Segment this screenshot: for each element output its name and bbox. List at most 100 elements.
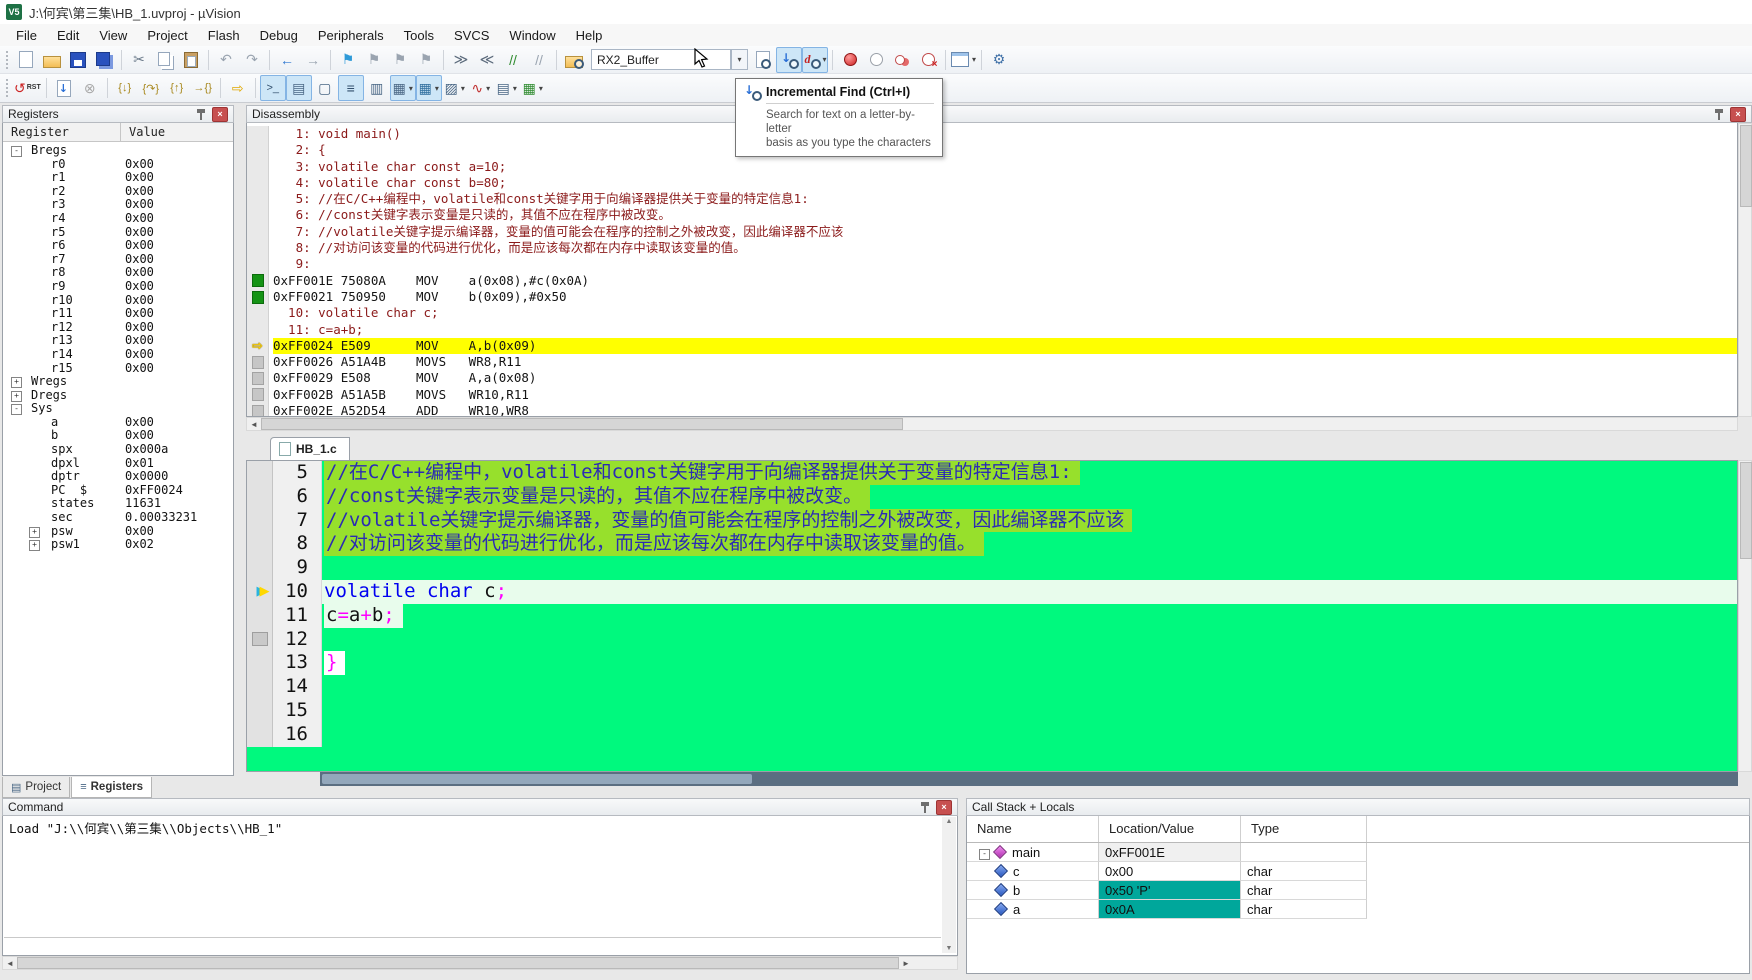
bookmark-next-button[interactable]: ⚑	[387, 47, 413, 73]
editor-line[interactable]: 9	[247, 556, 1737, 580]
command-window-button[interactable]: >_	[260, 75, 286, 101]
callstack-window-button[interactable]: ▥	[364, 75, 390, 101]
menu-svcs[interactable]: SVCS	[444, 26, 499, 45]
sidebar-tab-project[interactable]: ▤Project	[2, 777, 70, 798]
disassembly-window-button[interactable]: ▤	[286, 75, 312, 101]
breakpoint-disable-all-button[interactable]	[889, 47, 915, 73]
scroll-left-icon[interactable]: ◄	[247, 420, 261, 429]
save-all-button[interactable]	[91, 47, 117, 73]
menu-file[interactable]: File	[6, 26, 47, 45]
register-row[interactable]: r140x00	[3, 348, 233, 362]
disassembly-gutter[interactable]	[247, 207, 269, 223]
disassembly-line[interactable]: 7: //volatile关键字提示编译器，变量的值可能会在程序的控制之外被改变…	[247, 224, 1737, 240]
editor-line[interactable]: 5//在C/C++编程中，volatile和const关键字用于向编译器提供关于…	[247, 461, 1737, 485]
tree-expander-icon[interactable]: -	[11, 146, 22, 157]
editor-margin[interactable]	[247, 532, 273, 556]
close-icon[interactable]: ×	[1730, 107, 1746, 122]
editor-code-area[interactable]: 5//在C/C++编程中，volatile和const关键字用于向编译器提供关于…	[246, 460, 1738, 772]
debug-views-button[interactable]: ▾	[950, 47, 977, 73]
undo-button[interactable]: ↶	[213, 47, 239, 73]
tree-expander-icon[interactable]: +	[29, 540, 40, 551]
command-output[interactable]: Load "J:\\何宾\\第三集\\Objects\\HB_1" ▲ ▼	[2, 816, 958, 956]
disassembly-gutter[interactable]	[247, 191, 269, 207]
editor-margin[interactable]	[247, 509, 273, 533]
menu-tools[interactable]: Tools	[394, 26, 444, 45]
incremental-find-button[interactable]	[776, 47, 802, 73]
disassembly-line[interactable]: 11: c=a+b;	[247, 322, 1737, 338]
command-input[interactable]	[4, 937, 941, 954]
register-row[interactable]: +psw10x02	[3, 538, 233, 552]
scroll-up-icon[interactable]: ▲	[942, 818, 956, 825]
register-group-bregs[interactable]: -Bregs	[3, 144, 233, 158]
editor-margin[interactable]	[247, 699, 273, 723]
disassembly-code[interactable]: 1: void main() 2: { 3: volatile char con…	[246, 123, 1738, 417]
register-row[interactable]: r60x00	[3, 239, 233, 253]
run-to-cursor-button[interactable]: →{}	[190, 75, 216, 101]
open-file-button[interactable]	[39, 47, 65, 73]
register-row[interactable]: r70x00	[3, 253, 233, 267]
menu-edit[interactable]: Edit	[47, 26, 89, 45]
disassembly-line[interactable]: 0xFF0029 E508 MOV A,a(0x08)	[247, 370, 1737, 386]
disassembly-gutter[interactable]	[247, 387, 269, 403]
system-viewer-button[interactable]: ▦▾	[520, 75, 546, 101]
serial-window-button[interactable]: ▨▾	[442, 75, 468, 101]
register-row[interactable]: r80x00	[3, 266, 233, 280]
register-row[interactable]: r10x00	[3, 171, 233, 185]
copy-button[interactable]	[152, 47, 178, 73]
register-row[interactable]: PC $0xFF0024	[3, 484, 233, 498]
disassembly-line[interactable]: 3: volatile char const a=10;	[247, 159, 1737, 175]
disassembly-gutter[interactable]	[247, 159, 269, 175]
editor-line[interactable]: 12	[247, 628, 1737, 652]
find-in-files-window-button[interactable]	[750, 47, 776, 73]
registers-window-button[interactable]: ≡	[338, 75, 364, 101]
editor-margin[interactable]	[247, 556, 273, 580]
editor-line[interactable]: 8//对访问该变量的代码进行优化，而是应该每次都在内存中读取该变量的值。	[247, 532, 1737, 556]
disassembly-gutter[interactable]	[247, 240, 269, 256]
find-in-files-button[interactable]	[561, 47, 587, 73]
scrollbar-thumb[interactable]	[1740, 462, 1752, 559]
editor-margin[interactable]	[247, 723, 273, 747]
disassembly-line[interactable]: ⇨0xFF0024 E509 MOV A,b(0x09)	[247, 338, 1737, 354]
menu-project[interactable]: Project	[137, 26, 197, 45]
editor-line[interactable]: 11c=a+b;	[247, 604, 1737, 628]
disassembly-gutter[interactable]	[247, 370, 269, 386]
symbol-window-button[interactable]: ▢	[312, 75, 338, 101]
disassembly-gutter[interactable]	[247, 256, 269, 272]
disassembly-gutter[interactable]	[247, 305, 269, 321]
pin-icon[interactable]	[920, 802, 930, 813]
run-button[interactable]	[51, 75, 77, 101]
editor-margin[interactable]: ▶▶	[247, 580, 273, 604]
navigate-forward-button[interactable]: →	[300, 47, 326, 73]
register-row[interactable]: r130x00	[3, 334, 233, 348]
menu-view[interactable]: View	[89, 26, 137, 45]
memory-window-button[interactable]: ▦▾	[416, 75, 442, 101]
register-row[interactable]: r150x00	[3, 362, 233, 376]
editor-line[interactable]: 16	[247, 723, 1737, 747]
disassembly-gutter[interactable]: ⇨	[247, 338, 269, 354]
register-row[interactable]: states11631	[3, 497, 233, 511]
register-row[interactable]: a0x00	[3, 416, 233, 430]
navigate-back-button[interactable]: ←	[274, 47, 300, 73]
editor-margin[interactable]	[247, 604, 273, 628]
reset-cpu-button[interactable]: ↺RST	[13, 75, 42, 101]
tree-expander-icon[interactable]: -	[11, 404, 22, 415]
step-into-button[interactable]: {↓}	[112, 75, 138, 101]
breakpoint-toggle-button[interactable]	[837, 47, 863, 73]
breakpoint-kill-all-button[interactable]	[915, 47, 941, 73]
disassembly-line[interactable]: 0xFF001E 75080A MOV a(0x08),#c(0x0A)	[247, 273, 1737, 289]
watch-window-button[interactable]: ▦▾	[390, 75, 416, 101]
editor-line[interactable]: 6//const关键字表示变量是只读的，其值不应在程序中被改变。	[247, 485, 1737, 509]
menu-help[interactable]: Help	[566, 26, 613, 45]
scrollbar-thumb[interactable]	[261, 418, 903, 430]
disassembly-vscrollbar[interactable]	[1738, 123, 1752, 417]
register-row[interactable]: dptr0x0000	[3, 470, 233, 484]
scrollbar-thumb[interactable]	[17, 957, 899, 969]
redo-button[interactable]: ↷	[239, 47, 265, 73]
editor-vscrollbar[interactable]	[1738, 460, 1752, 772]
editor-line[interactable]: 13}	[247, 651, 1737, 675]
bookmark-clear-all-button[interactable]: ⚑	[413, 47, 439, 73]
menu-window[interactable]: Window	[499, 26, 565, 45]
new-file-button[interactable]	[13, 47, 39, 73]
register-group-dregs[interactable]: +Dregs	[3, 389, 233, 403]
scroll-down-icon[interactable]: ▼	[942, 945, 956, 952]
